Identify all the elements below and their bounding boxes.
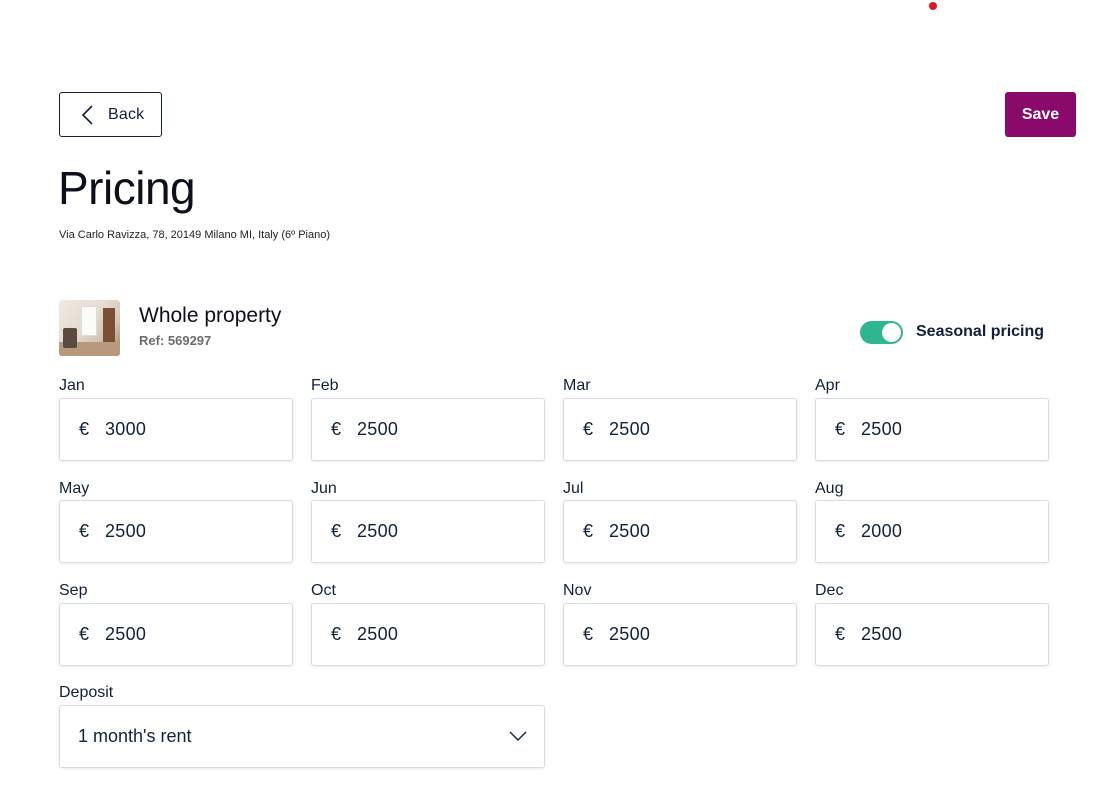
month-label-apr: Apr — [815, 377, 840, 394]
currency-symbol: € — [331, 624, 342, 644]
month-label-oct: Oct — [311, 582, 336, 599]
currency-symbol: € — [79, 521, 90, 541]
price-input-oct[interactable]: €2500 — [311, 603, 545, 666]
currency-symbol: € — [79, 624, 90, 644]
month-label-dec: Dec — [815, 582, 844, 599]
currency-symbol: € — [331, 521, 342, 541]
page-title: Pricing — [58, 162, 196, 214]
month-label-feb: Feb — [311, 377, 339, 394]
month-label-sep: Sep — [59, 582, 88, 599]
month-label-mar: Mar — [563, 377, 591, 394]
deposit-label: Deposit — [59, 684, 114, 701]
price-value: 2000 — [861, 521, 903, 541]
deposit-selected-value: 1 month's rent — [78, 726, 192, 746]
chevron-left-icon — [81, 104, 93, 125]
price-value: 2500 — [357, 624, 399, 644]
save-button[interactable]: Save — [1005, 92, 1076, 137]
price-value: 2500 — [357, 419, 399, 439]
property-ref: Ref: 569297 — [139, 333, 212, 348]
month-label-jan: Jan — [59, 377, 85, 394]
currency-symbol: € — [835, 521, 846, 541]
price-value: 2500 — [357, 521, 399, 541]
price-value: 2500 — [609, 419, 651, 439]
property-address: Via Carlo Ravizza, 78, 20149 Milano MI, … — [59, 229, 330, 241]
price-value: 2500 — [105, 521, 147, 541]
price-input-sep[interactable]: €2500 — [59, 603, 293, 666]
seasonal-pricing-toggle[interactable] — [860, 321, 903, 344]
seasonal-pricing-label: Seasonal pricing — [916, 323, 1045, 340]
month-label-may: May — [59, 480, 90, 497]
price-value: 2500 — [861, 624, 903, 644]
price-value: 3000 — [105, 419, 147, 439]
price-input-nov[interactable]: €2500 — [563, 603, 797, 666]
currency-symbol: € — [583, 419, 594, 439]
property-name: Whole property — [139, 304, 282, 327]
price-input-jan[interactable]: €3000 — [59, 398, 293, 461]
chevron-down-icon — [509, 731, 527, 741]
price-input-mar[interactable]: €2500 — [563, 398, 797, 461]
toggle-knob — [882, 323, 901, 342]
month-label-nov: Nov — [563, 582, 592, 599]
currency-symbol: € — [79, 419, 90, 439]
price-input-may[interactable]: €2500 — [59, 500, 293, 563]
month-label-jul: Jul — [563, 480, 584, 497]
price-value: 2500 — [609, 624, 651, 644]
price-input-jul[interactable]: €2500 — [563, 500, 797, 563]
back-label: Back — [108, 105, 145, 123]
price-value: 2500 — [105, 624, 147, 644]
price-value: 2500 — [861, 419, 903, 439]
currency-symbol: € — [583, 521, 594, 541]
price-input-apr[interactable]: €2500 — [815, 398, 1049, 461]
property-thumbnail — [59, 300, 120, 356]
month-label-jun: Jun — [311, 480, 337, 497]
currency-symbol: € — [835, 419, 846, 439]
price-input-feb[interactable]: €2500 — [311, 398, 545, 461]
notification-dot — [929, 2, 937, 10]
deposit-select[interactable]: 1 month's rent — [59, 705, 545, 768]
price-input-dec[interactable]: €2500 — [815, 603, 1049, 666]
price-input-aug[interactable]: €2000 — [815, 500, 1049, 563]
back-button[interactable]: Back — [59, 92, 162, 137]
currency-symbol: € — [835, 624, 846, 644]
price-value: 2500 — [609, 521, 651, 541]
currency-symbol: € — [583, 624, 594, 644]
price-input-jun[interactable]: €2500 — [311, 500, 545, 563]
month-label-aug: Aug — [815, 480, 844, 497]
currency-symbol: € — [331, 419, 342, 439]
